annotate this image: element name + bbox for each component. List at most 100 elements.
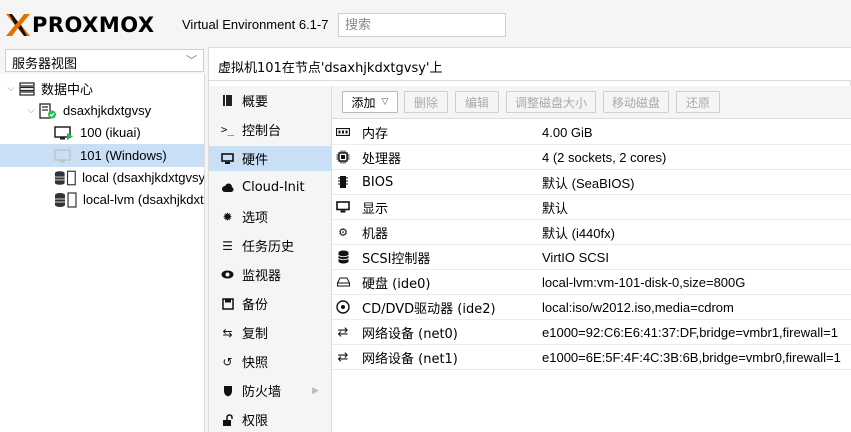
nav-item-snapshot[interactable]: ↺ 快照	[209, 349, 331, 374]
nav-label: 硬件	[242, 153, 269, 168]
storage-icon	[55, 191, 77, 208]
cogs-icon: ⚙	[338, 225, 348, 239]
hardware-row-cpu[interactable]: 处理器 4 (2 sockets, 2 cores)	[332, 145, 851, 170]
hardware-name: 网络设备 (net1)	[362, 351, 458, 367]
version-label: Virtual Environment 6.1-7	[182, 17, 329, 32]
desktop-icon	[221, 152, 234, 165]
list-icon: ☰	[222, 238, 233, 253]
resize-disk-button[interactable]: 调整磁盘大小	[506, 91, 596, 113]
hardware-row-bios[interactable]: BIOS 默认 (SeaBIOS)	[332, 170, 851, 195]
exchange-icon: ⇄	[337, 349, 349, 365]
tree-label: local-lvm (dsaxhjkdxt	[83, 192, 204, 207]
revert-button[interactable]: 还原	[676, 91, 720, 113]
vm-stopped-icon	[54, 148, 71, 162]
hardware-value: 默认 (SeaBIOS)	[542, 175, 635, 191]
collapse-icon[interactable]: ⌵	[26, 105, 36, 116]
tree-node-vm-100[interactable]: 100 (ikuai)	[0, 121, 204, 144]
expand-arrow-icon[interactable]: ▶	[312, 386, 319, 396]
nav-item-backup[interactable]: 备份	[209, 291, 331, 316]
remove-label: 删除	[413, 95, 438, 110]
exchange-icon: ⇄	[337, 324, 349, 340]
hardware-row-display[interactable]: 显示 默认	[332, 195, 851, 220]
floppy-icon	[221, 297, 234, 310]
chevron-down-icon: ▽	[381, 97, 389, 107]
page-title: 虚拟机101在节点'dsaxhjkdxtgvsy'上	[218, 61, 443, 76]
edit-button[interactable]: 编辑	[455, 91, 499, 113]
nav-item-options[interactable]: ✹ 选项	[209, 204, 331, 229]
add-button[interactable]: 添加 ▽	[342, 91, 398, 113]
shield-icon	[221, 384, 234, 397]
cloud-icon	[221, 181, 234, 194]
hardware-value: 4 (2 sockets, 2 cores)	[542, 149, 667, 165]
vm-subnav: 概要 >_ 控制台 硬件 Cloud-Init ✹ 选项 ☰ 任务历史 监视器 …	[209, 86, 331, 432]
history-icon: ↺	[222, 354, 233, 369]
hardware-row-net1[interactable]: ⇄ 网络设备 (net1) e1000=6E:5F:4F:4C:3B:6B,br…	[332, 345, 851, 370]
tree-node-host[interactable]: ⌵ dsaxhjkdxtgvsy	[0, 99, 204, 122]
tree-node-datacenter[interactable]: ⌵ 数据中心	[0, 77, 204, 100]
nav-item-console[interactable]: >_ 控制台	[209, 117, 331, 142]
hardware-name: SCSI控制器	[362, 251, 431, 267]
edit-label: 编辑	[464, 95, 489, 110]
hardware-value: e1000=92:C6:E6:41:37:DF,bridge=vmbr1,fir…	[542, 324, 838, 340]
proxmox-logo[interactable]: PROXMOX	[6, 14, 155, 36]
nav-item-permissions[interactable]: 权限	[209, 407, 331, 432]
nav-label: Cloud-Init	[242, 180, 305, 195]
book-icon	[221, 94, 234, 107]
server-icon	[19, 81, 35, 96]
hardware-name: 硬盘 (ide0)	[362, 276, 431, 292]
tree-label: 100 (ikuai)	[80, 125, 141, 140]
hardware-name: 内存	[362, 126, 389, 142]
add-label: 添加	[351, 95, 376, 110]
move-disk-button[interactable]: 移动磁盘	[603, 91, 669, 113]
hardware-value: e1000=6E:5F:4F:4C:3B:6B,bridge=vmbr0,fir…	[542, 349, 841, 365]
remove-button[interactable]: 删除	[404, 91, 448, 113]
tree-node-storage-local[interactable]: local (dsaxhjkdxtgvsy	[0, 166, 205, 189]
hardware-row-scsi-controller[interactable]: SCSI控制器 VirtIO SCSI	[332, 245, 851, 270]
retweet-icon: ⇆	[222, 325, 233, 340]
hardware-grid: 添加 ▽ 删除 编辑 调整磁盘大小 移动磁盘 还原 内存 4.00 GiB 处理…	[331, 86, 851, 432]
search-input[interactable]	[338, 13, 506, 37]
hardware-value: local:iso/w2012.iso,media=cdrom	[542, 299, 734, 315]
breadcrumb: 虚拟机101在节点'dsaxhjkdxtgvsy'上	[209, 48, 851, 81]
hardware-row-net0[interactable]: ⇄ 网络设备 (net0) e1000=92:C6:E6:41:37:DF,br…	[332, 320, 851, 345]
hardware-name: 显示	[362, 201, 389, 217]
desktop-icon	[336, 200, 350, 214]
tree-label: local (dsaxhjkdxtgvsy	[82, 170, 205, 185]
tree-label: 数据中心	[41, 82, 94, 97]
resource-tree: ⌵ 数据中心 ⌵ dsaxhjkdxtgvsy 100 (ikuai) 101 …	[0, 74, 205, 432]
nav-label: 控制台	[242, 124, 282, 139]
hardware-row-machine[interactable]: ⚙ 机器 默认 (i440fx)	[332, 220, 851, 245]
hardware-row-hard-disk[interactable]: 硬盘 (ide0) local-lvm:vm-101-disk-0,size=8…	[332, 270, 851, 295]
proxmox-x-icon	[6, 14, 30, 36]
chevron-down-icon[interactable]: ﹀	[186, 52, 197, 68]
hardware-value: VirtIO SCSI	[542, 249, 609, 265]
tree-node-storage-local-lvm[interactable]: local-lvm (dsaxhjkdxt	[0, 188, 204, 211]
storage-icon	[54, 170, 76, 185]
collapse-icon[interactable]: ⌵	[6, 83, 16, 94]
nav-label: 选项	[242, 211, 269, 226]
move-label: 移动磁盘	[611, 95, 660, 110]
nav-item-replication[interactable]: ⇆ 复制	[209, 320, 331, 345]
tree-node-vm-101[interactable]: 101 (Windows)	[0, 144, 204, 167]
tree-label: 101 (Windows)	[80, 148, 167, 163]
nav-label: 备份	[242, 298, 269, 313]
hdd-icon	[336, 275, 350, 289]
hardware-value: 默认 (i440fx)	[542, 225, 615, 241]
hardware-name: 机器	[362, 226, 389, 242]
database-icon	[336, 250, 350, 264]
nav-item-cloud-init[interactable]: Cloud-Init	[209, 175, 331, 200]
brand-name: PROXMOX	[32, 13, 155, 37]
nav-item-summary[interactable]: 概要	[209, 88, 331, 113]
nav-item-hardware[interactable]: 硬件	[209, 146, 331, 171]
hardware-row-cdrom[interactable]: CD/DVD驱动器 (ide2) local:iso/w2012.iso,med…	[332, 295, 851, 320]
hardware-value: 4.00 GiB	[542, 124, 593, 140]
top-header: PROXMOX Virtual Environment 6.1-7	[0, 0, 851, 47]
memory-icon	[336, 125, 350, 139]
nav-item-monitor[interactable]: 监视器	[209, 262, 331, 287]
nav-item-task-history[interactable]: ☰ 任务历史	[209, 233, 331, 258]
unlock-icon	[221, 413, 234, 426]
hardware-row-memory[interactable]: 内存 4.00 GiB	[332, 120, 851, 145]
nav-item-firewall[interactable]: 防火墙 ▶	[209, 378, 331, 403]
view-selector[interactable]: 服务器视图 ﹀	[5, 49, 204, 72]
vm-running-icon	[54, 125, 73, 140]
